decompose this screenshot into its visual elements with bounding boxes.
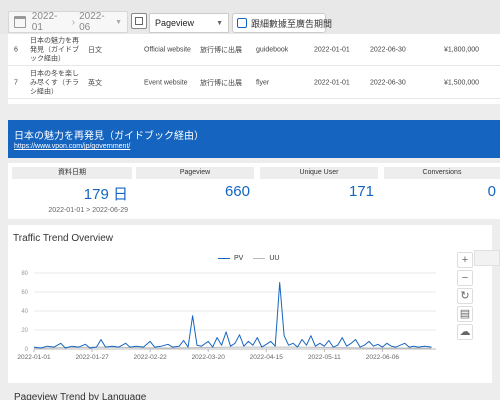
stat-pageview: Pageview 660 bbox=[136, 167, 254, 215]
metric-select-icon bbox=[131, 13, 147, 29]
stat-date-range: 2022-01-01 > 2022-06-29 bbox=[48, 207, 128, 214]
calendar-icon bbox=[14, 16, 26, 28]
date-start: 2022-01 bbox=[31, 11, 58, 33]
stats-panel: 資料日期 179 日 2022-01-01 > 2022-06-29 Pagev… bbox=[8, 163, 500, 219]
row-start-date: 2022-01-01 bbox=[314, 46, 350, 53]
row-category: 旅行博に出展 bbox=[200, 79, 242, 87]
row-start-date: 2022-01-01 bbox=[314, 79, 350, 86]
row-budget: ¥1,500,000 bbox=[444, 79, 480, 86]
date-end: 2022-06 bbox=[79, 11, 105, 33]
stat-value: 660 bbox=[224, 183, 250, 200]
reset-icon[interactable]: ↻ bbox=[457, 288, 473, 304]
stat-label: 資料日期 bbox=[12, 167, 132, 179]
table-row[interactable]: 6 日本の魅力を再発見（ガイドブック経由） 日文 Official websit… bbox=[8, 34, 500, 66]
campaign-table: 6 日本の魅力を再発見（ガイドブック経由） 日文 Official websit… bbox=[8, 34, 500, 104]
chevron-down-icon: ▼ bbox=[115, 18, 122, 26]
side-panel-tab[interactable] bbox=[474, 250, 500, 266]
compare-checkbox[interactable]: 跟細數據至廣告期間 bbox=[232, 13, 332, 33]
row-title: 日本の魅力を再発見（ガイドブック経由） bbox=[30, 37, 79, 62]
y-tick-label: 60 bbox=[21, 290, 28, 296]
stat-value: 179 日 bbox=[83, 186, 128, 203]
y-tick-label: 0 bbox=[25, 347, 29, 353]
row-budget: ¥1,800,000 bbox=[444, 46, 480, 53]
data-view-icon[interactable]: ▤ bbox=[457, 306, 473, 322]
zoom-in-icon[interactable]: + bbox=[457, 252, 473, 268]
row-index: 7 bbox=[14, 79, 18, 86]
row-end-date: 2022-06-30 bbox=[370, 79, 406, 86]
row-language: 英文 bbox=[88, 79, 102, 87]
row-title: 日本の冬を楽しみ尽くす（チラシ経由） bbox=[30, 70, 79, 95]
table-row[interactable]: 7 日本の冬を楽しみ尽くす（チラシ経由） 英文 Event website 旅行… bbox=[8, 67, 500, 99]
row-medium: flyer bbox=[256, 79, 270, 86]
y-tick-label: 40 bbox=[21, 309, 28, 315]
chevron-down-icon: ▼ bbox=[216, 19, 223, 27]
stat-value: 0 bbox=[487, 183, 496, 200]
stat-label: Conversions bbox=[384, 167, 500, 179]
x-tick-label: 2022-06-06 bbox=[366, 354, 400, 361]
zoom-out-icon[interactable]: − bbox=[457, 270, 473, 286]
y-tick-label: 20 bbox=[21, 328, 28, 334]
row-index: 6 bbox=[14, 46, 18, 53]
filter-bar: 2022-01 › 2022-06 ▼ Pageview ▼ 跟細數據至廣告期間 bbox=[0, 0, 500, 34]
x-tick-label: 2022-01-27 bbox=[75, 354, 109, 361]
x-tick-label: 2022-01-01 bbox=[17, 354, 51, 361]
y-tick-label: 80 bbox=[21, 271, 28, 277]
row-language: 日文 bbox=[88, 46, 102, 54]
stat-label: Unique User bbox=[260, 167, 378, 179]
date-range-picker[interactable]: 2022-01 › 2022-06 ▼ bbox=[8, 11, 128, 33]
section-title: Pageview Trend by Language bbox=[14, 392, 147, 400]
x-tick-label: 2022-02-22 bbox=[134, 354, 168, 361]
stat-unique-user: Unique User 171 bbox=[260, 167, 378, 215]
checkbox-icon[interactable] bbox=[237, 18, 247, 28]
row-end-date: 2022-06-30 bbox=[370, 46, 406, 53]
row-category: 旅行博に出展 bbox=[200, 46, 242, 54]
x-tick-label: 2022-03-20 bbox=[192, 354, 226, 361]
row-medium: guidebook bbox=[256, 46, 289, 53]
row-source: Event website bbox=[144, 79, 188, 86]
row-source: Official website bbox=[144, 46, 191, 53]
campaign-title: 日本の魅力を再発見（ガイドブック経由） bbox=[14, 131, 204, 142]
stat-conversions: Conversions 0 bbox=[384, 167, 500, 215]
stat-value: 171 bbox=[348, 183, 374, 200]
stat-label: Pageview bbox=[136, 167, 254, 179]
traffic-trend-chart: 0 20 40 60 80 2022-01-01 2022-01-27 2022-02-22 2… bbox=[17, 271, 436, 361]
download-icon[interactable]: ☁ bbox=[457, 324, 473, 340]
campaign-banner: 日本の魅力を再発見（ガイドブック経由） https://www.vpon.com… bbox=[8, 120, 500, 158]
x-tick-label: 2022-04-15 bbox=[250, 354, 284, 361]
campaign-link[interactable]: https://www.vpon.com/jp/government/ bbox=[14, 143, 130, 150]
metric-select[interactable]: Pageview ▼ bbox=[149, 13, 229, 33]
x-tick-label: 2022-05-11 bbox=[308, 354, 341, 361]
compare-label: 跟細數據至廣告期間 bbox=[251, 18, 333, 29]
arrow-right-icon: › bbox=[71, 16, 76, 28]
traffic-trend-card: Traffic Trend Overview PV UU 0 20 40 60 80 20… bbox=[8, 225, 492, 383]
metric-select-value: Pageview bbox=[155, 18, 195, 28]
stat-days: 資料日期 179 日 2022-01-01 > 2022-06-29 bbox=[12, 167, 132, 215]
